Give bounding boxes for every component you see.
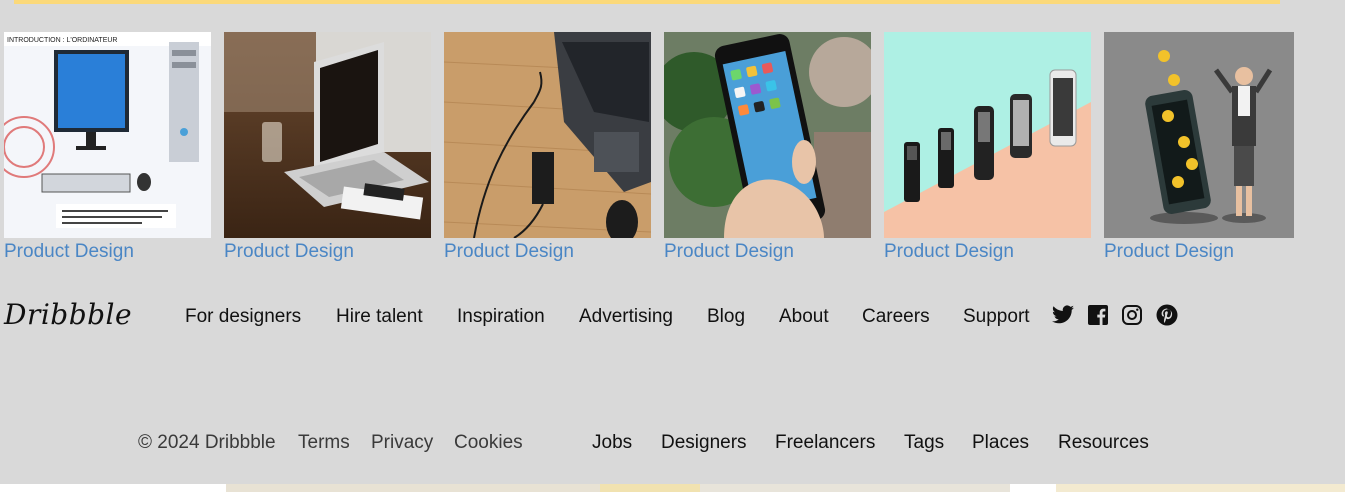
laptop-on-table-image — [224, 32, 431, 238]
smartphone-in-hand-image — [664, 32, 871, 238]
pinterest-icon[interactable] — [1155, 303, 1179, 327]
shot-card[interactable]: Product Design — [1104, 32, 1294, 263]
phone-illustration-image — [1104, 32, 1294, 238]
twitter-icon[interactable] — [1051, 303, 1075, 327]
nav-link-support[interactable]: Support — [963, 306, 1030, 328]
nav-link-blog[interactable]: Blog — [707, 306, 745, 328]
instagram-icon[interactable] — [1120, 303, 1144, 327]
shot-thumbnail-smartphone-in-hand[interactable] — [664, 32, 871, 238]
shot-card[interactable]: INTRODUCTION : L'ORDINATEUR Product Desi… — [4, 32, 211, 263]
nav-link-about[interactable]: About — [779, 306, 829, 328]
shot-card[interactable]: Product Design — [444, 32, 651, 263]
dribbble-logo[interactable]: Dribbble — [4, 298, 132, 331]
shot-category-link[interactable]: Product Design — [444, 241, 651, 263]
footer-link-terms[interactable]: Terms — [298, 432, 350, 454]
shot-thumbnail-phone-illustration[interactable] — [1104, 32, 1294, 238]
page: INTRODUCTION : L'ORDINATEUR Product Desi… — [0, 0, 1345, 492]
shot-category-link[interactable]: Product Design — [664, 241, 871, 263]
svg-text:INTRODUCTION : L'ORDINATEUR: INTRODUCTION : L'ORDINATEUR — [7, 37, 118, 44]
footer-link-resources[interactable]: Resources — [1058, 432, 1149, 454]
footer-nav: Dribbble For designers Hire talent Inspi… — [0, 296, 1345, 336]
footer-link-tags[interactable]: Tags — [904, 432, 944, 454]
footer-bottom: © 2024 Dribbble Terms Privacy Cookies Jo… — [0, 432, 1345, 458]
nav-link-for-designers[interactable]: For designers — [185, 306, 301, 328]
laptop-charger-image — [444, 32, 651, 238]
nav-link-advertising[interactable]: Advertising — [579, 306, 673, 328]
shot-category-link[interactable]: Product Design — [884, 241, 1091, 263]
shot-thumbnail-phone-evolution[interactable] — [884, 32, 1091, 238]
footer-link-designers[interactable]: Designers — [661, 432, 747, 454]
footer-link-jobs[interactable]: Jobs — [592, 432, 632, 454]
footer-link-privacy[interactable]: Privacy — [371, 432, 433, 454]
facebook-icon[interactable] — [1086, 303, 1110, 327]
desktop-computer-image: INTRODUCTION : L'ORDINATEUR — [4, 32, 211, 238]
shot-category-link[interactable]: Product Design — [4, 241, 211, 263]
partial-content-strip — [0, 484, 1345, 492]
footer-link-freelancers[interactable]: Freelancers — [775, 432, 875, 454]
nav-link-hire-talent[interactable]: Hire talent — [336, 306, 423, 328]
phone-evolution-image — [884, 32, 1091, 238]
footer-link-cookies[interactable]: Cookies — [454, 432, 523, 454]
shot-card[interactable]: Product Design — [664, 32, 871, 263]
shot-category-link[interactable]: Product Design — [1104, 241, 1294, 263]
shot-thumbnail-laptop-on-table[interactable] — [224, 32, 431, 238]
top-accent-bar — [14, 0, 1280, 4]
copyright-text: © 2024 Dribbble — [138, 432, 276, 453]
nav-link-careers[interactable]: Careers — [862, 306, 930, 328]
shot-card[interactable]: Product Design — [224, 32, 431, 263]
shot-card[interactable]: Product Design — [884, 32, 1091, 263]
nav-link-inspiration[interactable]: Inspiration — [457, 306, 545, 328]
shot-category-link[interactable]: Product Design — [224, 241, 431, 263]
footer-link-places[interactable]: Places — [972, 432, 1029, 454]
shot-thumbnail-laptop-charger[interactable] — [444, 32, 651, 238]
shot-thumbnail-desktop-computer[interactable]: INTRODUCTION : L'ORDINATEUR — [4, 32, 211, 238]
